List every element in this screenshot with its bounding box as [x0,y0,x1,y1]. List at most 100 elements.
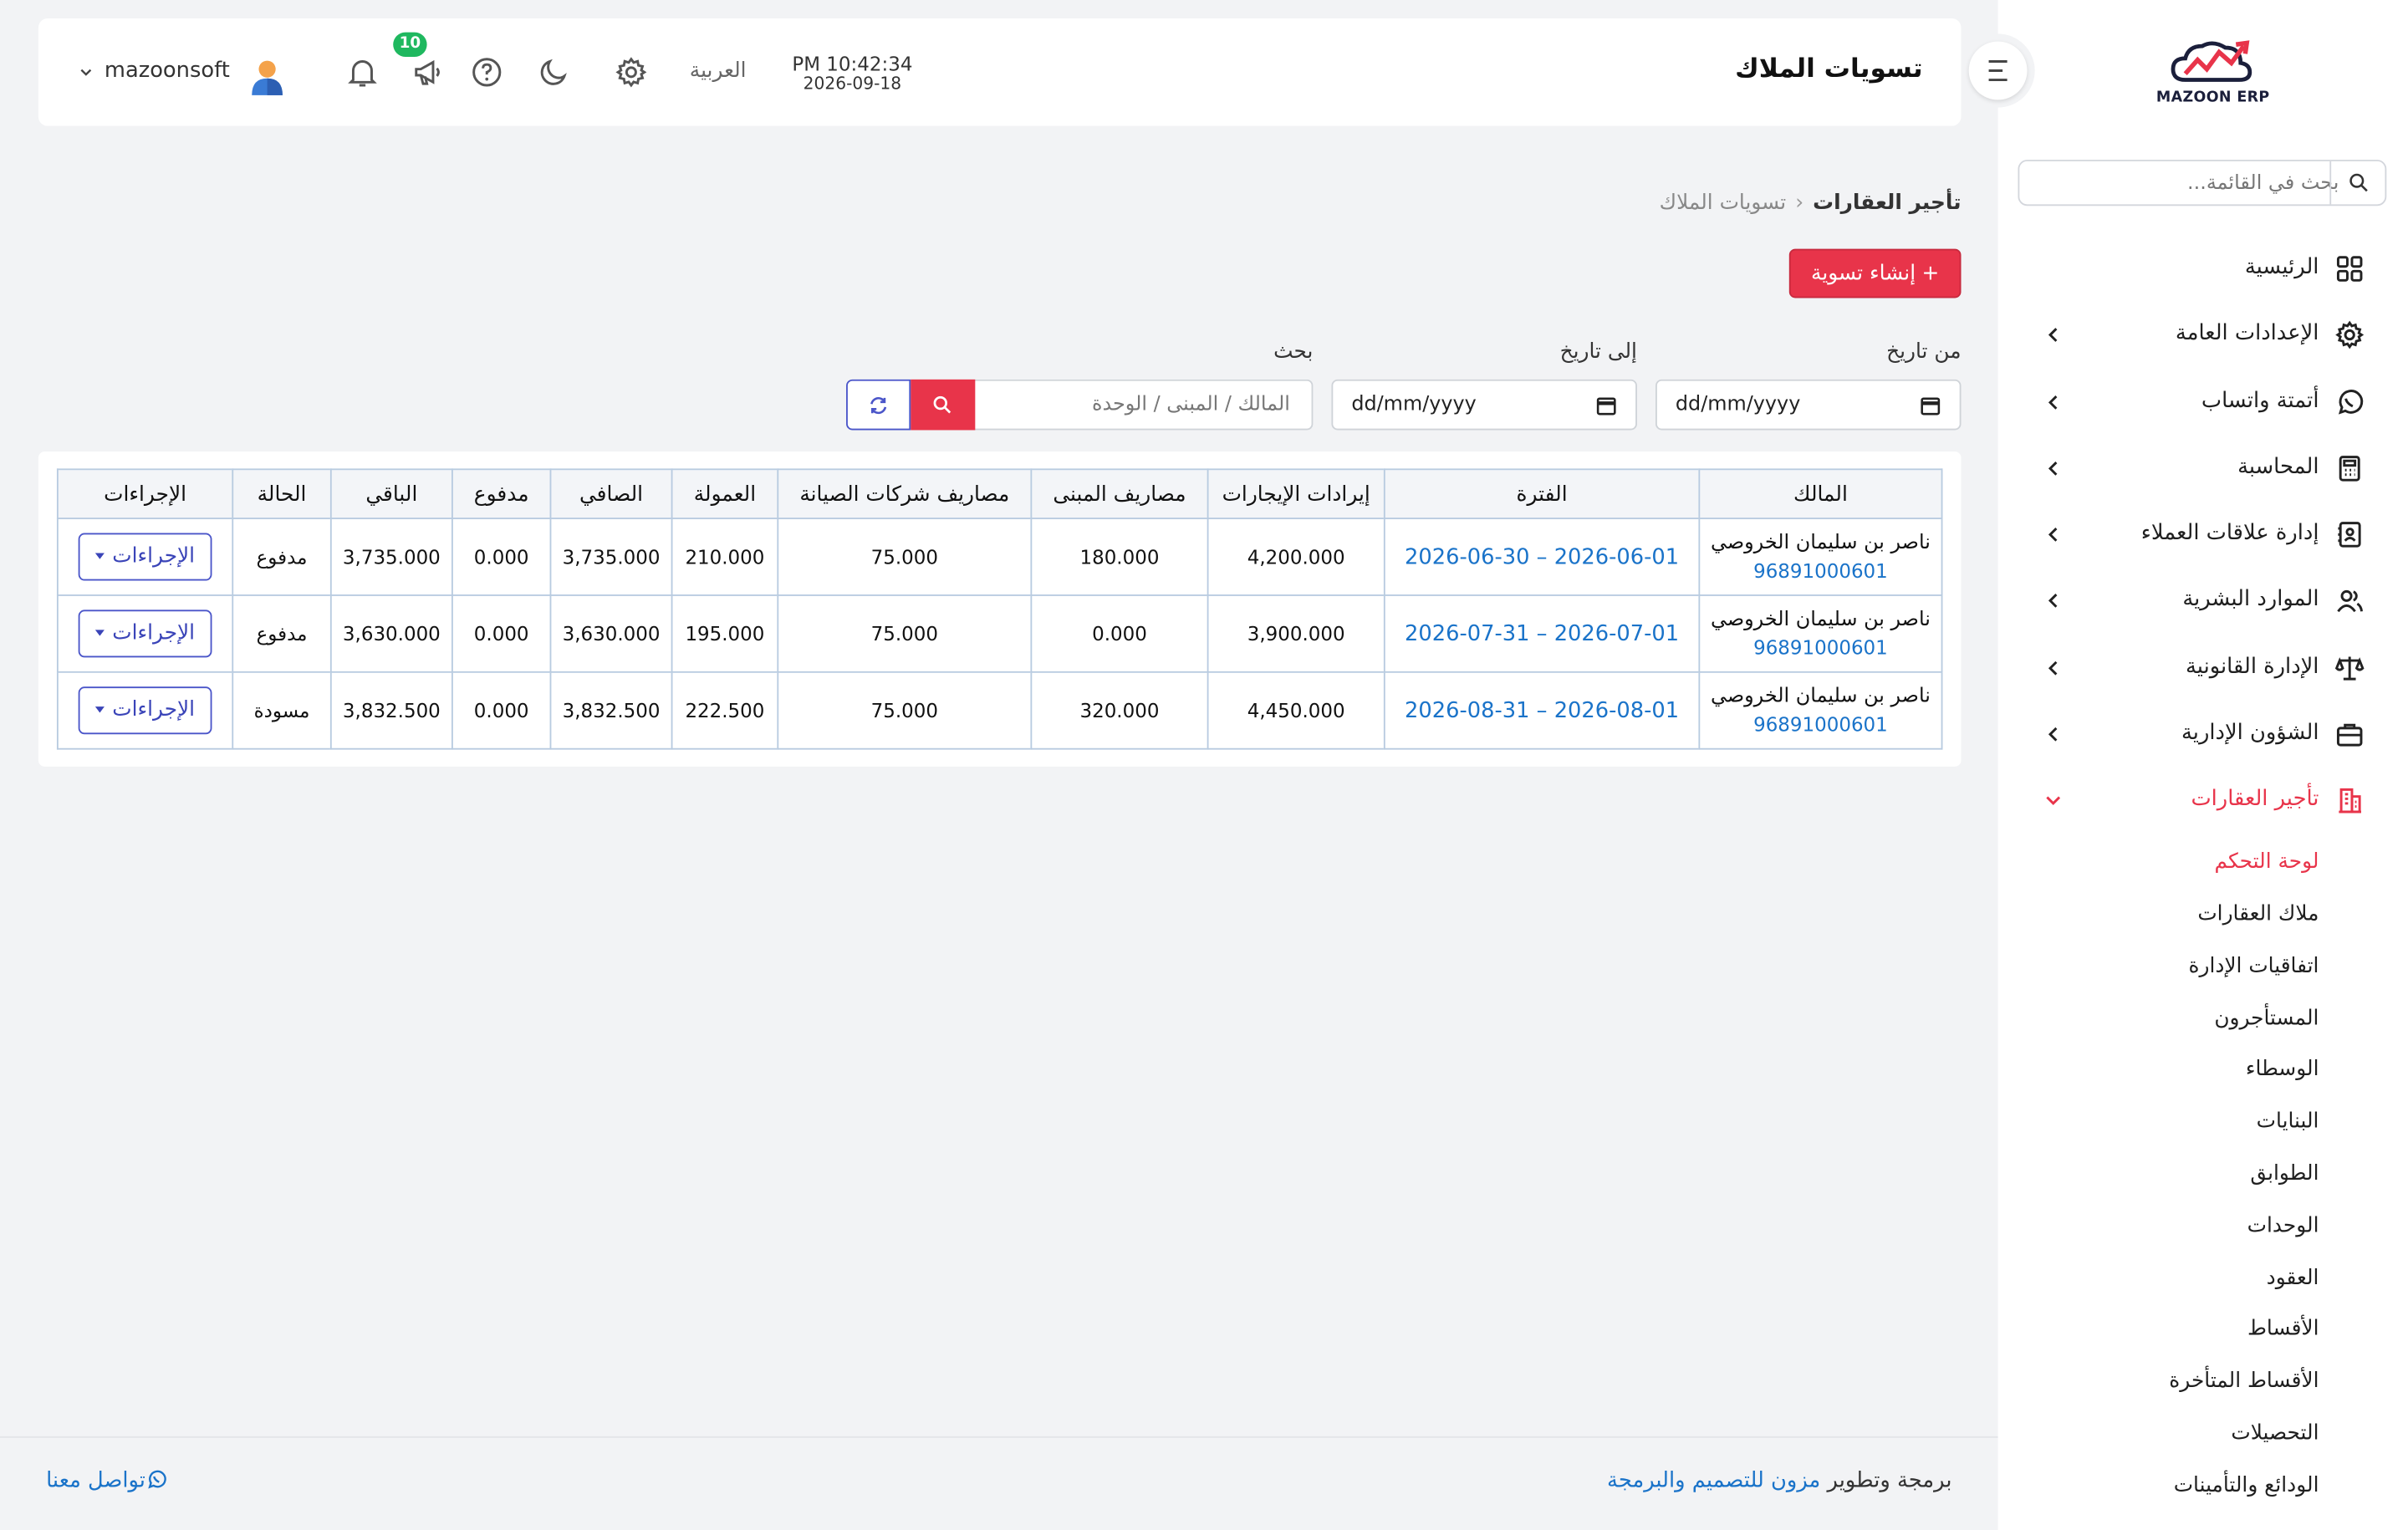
sidebar-item-label: الرئيسية [2244,255,2319,280]
megaphone-icon[interactable] [411,55,445,89]
footer-credit: برمجة وتطوير مزون للتصميم والبرمجة [1536,1469,1951,1493]
username-label[interactable]: mazoonsoft [105,59,230,83]
owner-phone-link[interactable]: 96891000601 [1700,713,1941,737]
sidebar-subitem-buildings[interactable]: البنايات [2257,1109,2319,1134]
breadcrumb-current: تسويات الملاك [1659,190,1787,216]
column-header-maintenance-expenses[interactable]: مصاريف شركات الصيانة [777,468,1033,520]
chevron-left-icon [2048,462,2058,476]
calendar-icon[interactable] [1920,395,1941,416]
sidebar-item-label: الإدارة القانونية [2186,654,2319,680]
search-icon[interactable] [2348,172,2370,194]
bell-icon[interactable] [345,55,379,89]
footer-brand-link[interactable]: مزون للتصميم والبرمجة [1607,1469,1820,1493]
sidebar-item-label: إدارة علاقات العملاء [2140,520,2319,546]
column-header-period[interactable]: الفترة [1383,468,1701,520]
sidebar-search[interactable] [2018,160,2387,207]
calendar-icon[interactable] [1595,395,1617,416]
sidebar-item-crm[interactable]: إدارة علاقات العملاء [1998,507,2408,562]
create-settlement-label: إنشاء تسوية [1811,261,1916,286]
language-switcher[interactable]: العربية [676,59,760,83]
period-link[interactable]: 2026-08-01 – 2026-08-31 [1405,698,1679,722]
sidebar-subitem-brokers[interactable]: الوسطاء [2246,1057,2319,1081]
notification-count-badge: 10 [393,32,427,57]
caret-down-icon [95,706,105,713]
sidebar-item-general-settings[interactable]: الإعدادات العامة [1998,307,2408,362]
calculator-icon [2339,456,2360,482]
create-settlement-button[interactable]: +إنشاء تسوية [1788,248,1962,298]
sidebar-item-admin-affairs[interactable]: الشؤون الإدارية [1998,706,2408,762]
period-cell: 2026-07-01 – 2026-07-31 [1383,594,1701,673]
search-button[interactable] [911,379,976,431]
column-header-owner[interactable]: المالك [1698,468,1943,520]
sidebar-subitem-contracts[interactable]: العقود [2267,1266,2319,1290]
caret-down-icon [95,553,105,559]
building-expenses-cell: 320.000 [1030,671,1209,750]
sidebar-item-whatsapp[interactable]: أتمتة واتساب [1998,375,2408,430]
sidebar-subitem-floors[interactable]: الطوابق [2250,1161,2319,1186]
table-row: ناصر بن سليمان الخروصي 96891000601 2026-0… [56,594,1943,673]
sidebar-subitem-tenants[interactable]: المستأجرون [2214,1006,2319,1030]
search-icon [933,395,951,414]
search-field[interactable] [973,379,1314,431]
dark-mode-moon-icon[interactable] [538,55,571,89]
contact-us-label: تواصل معنا [46,1468,145,1493]
from-date-input[interactable]: dd/mm/yyyy [1656,379,1962,431]
sidebar-toggle-face [1968,41,2028,100]
sidebar-item-hr[interactable]: الموارد البشرية [1998,573,2408,628]
reset-filters-button[interactable] [846,379,911,431]
table-header-row: المالك الفترة إيرادات الإيجارات مصاريف ا… [56,468,1943,520]
actions-dropdown-button[interactable]: الإجراءات [78,686,212,735]
period-link[interactable]: 2026-07-01 – 2026-07-31 [1405,621,1679,645]
sidebar-item-legal[interactable]: الإدارة القانونية [1998,640,2408,696]
column-header-rent-revenue[interactable]: إيرادات الإيجارات [1207,468,1385,520]
column-header-status[interactable]: الحالة [232,468,332,520]
sidebar-search-divider [2329,161,2332,205]
sidebar-subitem-property-owners[interactable]: ملاك العقارات [2197,902,2319,926]
sidebar-subitem-dashboard[interactable]: لوحة التحكم [2214,849,2319,874]
sidebar-item-accounting[interactable]: المحاسبة [1998,441,2408,496]
maintenance-expenses-cell: 75.000 [777,518,1033,596]
column-header-commission[interactable]: العمولة [671,468,779,520]
actions-dropdown-button[interactable]: الإجراءات [78,609,212,658]
sidebar-subitem-units[interactable]: الوحدات [2247,1214,2319,1238]
period-link[interactable]: 2026-06-01 – 2026-06-30 [1405,544,1679,569]
column-header-remaining[interactable]: الباقي [329,468,453,520]
to-date-input[interactable]: dd/mm/yyyy [1331,379,1637,431]
sidebar-search-input[interactable] [2078,161,2339,205]
help-question-icon[interactable] [470,55,503,89]
remaining-cell: 3,832.500 [329,671,453,750]
search-input[interactable] [986,380,1290,429]
mazoon-logo[interactable]: MAZOON ERP [2151,33,2274,110]
settings-gear-icon[interactable] [615,55,648,89]
actions-dropdown-button[interactable]: الإجراءات [78,533,212,581]
chevron-down-icon[interactable] [77,63,95,81]
column-header-building-expenses[interactable]: مصاريف المبنى [1030,468,1209,520]
actions-label: الإجراءات [112,543,196,569]
search-label: بحث [1273,339,1314,365]
status-cell: مسودة [232,671,332,750]
sidebar-subitem-management-agreements[interactable]: اتفاقيات الإدارة [2189,954,2319,978]
sidebar-toggle-button[interactable] [1961,33,2035,108]
table-row: ناصر بن سليمان الخروصي 96891000601 2026-0… [56,671,1943,750]
owner-phone-link[interactable]: 96891000601 [1700,559,1941,583]
contacts-icon [2338,522,2361,548]
column-header-net[interactable]: الصافي [549,468,673,520]
breadcrumb-parent[interactable]: تأجير العقارات [1813,191,1961,215]
contact-us-link[interactable]: تواصل معنا [46,1469,176,1493]
gear-icon [2335,320,2365,349]
column-header-paid[interactable]: مدفوع [451,468,552,520]
breadcrumb-separator: ‹ [1795,190,1804,216]
from-date-value: dd/mm/yyyy [1675,393,1801,416]
sidebar-subitem-overdue-installments[interactable]: الأقساط المتأخرة [2169,1369,2319,1393]
sidebar-subitem-installments[interactable]: الأقساط [2247,1317,2319,1341]
sidebar-subitem-collections[interactable]: التحصيلات [2231,1421,2319,1446]
owner-phone-link[interactable]: 96891000601 [1700,636,1941,660]
avatar[interactable] [246,55,288,98]
briefcase-icon [2336,723,2363,747]
logo-mark-icon [2171,40,2252,82]
maintenance-expenses-cell: 75.000 [777,671,1033,750]
sidebar-item-home[interactable]: الرئيسية [1998,241,2408,296]
sidebar-item-label: أتمتة واتساب [2201,388,2319,414]
sidebar-item-real-estate-rental[interactable]: تأجير العقارات [1998,773,2408,828]
sidebar-subitem-deposits[interactable]: الودائع والتأمينات [2174,1473,2319,1497]
